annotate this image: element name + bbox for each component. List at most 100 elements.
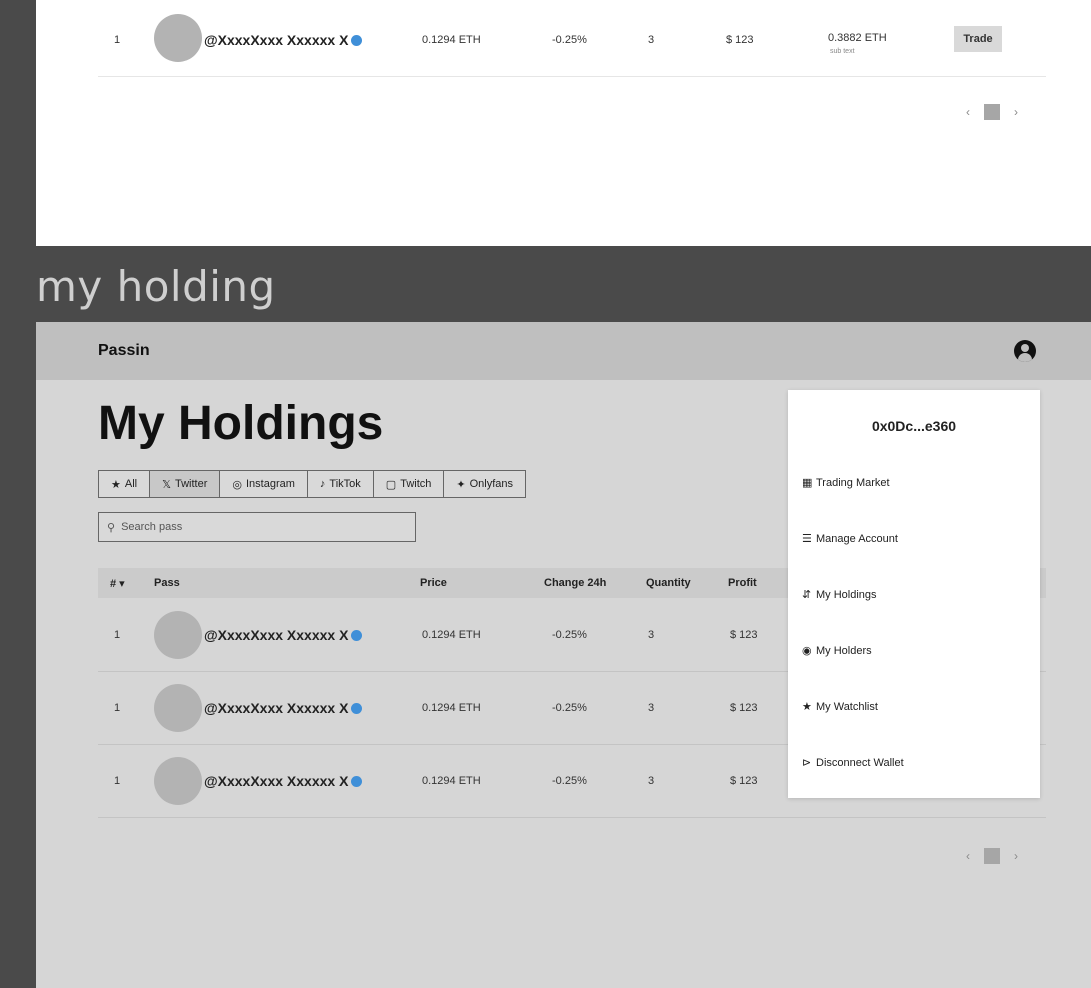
profit: $ 123 bbox=[730, 775, 758, 787]
rank: 1 bbox=[114, 629, 121, 641]
onlyfans-icon: ✦ bbox=[456, 478, 466, 491]
holders-icon: ◉ bbox=[802, 645, 812, 657]
avatar bbox=[154, 611, 202, 659]
eth-subtext: sub text bbox=[830, 48, 855, 55]
verified-icon bbox=[351, 703, 363, 714]
col-quantity[interactable]: Quantity bbox=[646, 577, 691, 589]
menu-item-trading-market[interactable]: ▦ Trading Market bbox=[802, 476, 890, 490]
filter-label: All bbox=[124, 478, 138, 490]
handle-text: @XxxxXxxx Xxxxxx X bbox=[204, 700, 349, 716]
table-row[interactable]: 1 @XxxxXxxx Xxxxxx X 0.1294 ETH -0.25% 3… bbox=[98, 4, 1046, 77]
avatar bbox=[154, 14, 202, 62]
handle-text: @XxxxXxxx Xxxxxx X bbox=[204, 773, 349, 789]
handle-text: @XxxxXxxx Xxxxxx X bbox=[204, 32, 349, 48]
quantity: 3 bbox=[648, 629, 655, 641]
trade-button[interactable]: Trade bbox=[954, 26, 1002, 52]
pagination: ‹ 1 › bbox=[966, 848, 1018, 864]
filter-label: Twitter bbox=[174, 478, 208, 490]
pass-handle[interactable]: @XxxxXxxx Xxxxxx X bbox=[204, 627, 363, 643]
price: 0.1294 ETH bbox=[422, 775, 481, 787]
rank: 1 bbox=[114, 775, 121, 787]
account-dropdown-menu: 0x0Dc...e360 ▦ Trading Market ☰ Manage Acc… bbox=[788, 390, 1040, 798]
platform-filter-tabs: ★ All 𝕏 Twitter ◎ Instagram ♪ TikTok ▢ Twitch… bbox=[98, 470, 527, 498]
menu-item-my-holdings[interactable]: ⇵ My Holdings bbox=[802, 588, 877, 602]
price: 0.1294 ETH bbox=[422, 629, 481, 641]
star-icon: ★ bbox=[111, 478, 121, 491]
eth-value: 0.3882 ETH bbox=[828, 32, 887, 44]
next-page-icon[interactable]: › bbox=[1014, 105, 1018, 119]
col-pass[interactable]: Pass bbox=[154, 577, 180, 589]
rank: 1 bbox=[114, 34, 121, 46]
menu-item-disconnect-wallet[interactable]: ⊳ Disconnect Wallet bbox=[802, 756, 904, 770]
filter-all[interactable]: ★ All bbox=[98, 470, 151, 498]
filter-label: TikTok bbox=[329, 478, 361, 490]
brand-logo[interactable]: Passin bbox=[98, 342, 150, 360]
previous-frame: 1 @XxxxXxxx Xxxxxx X 0.1294 ETH -0.25% 3… bbox=[36, 0, 1091, 246]
col-profit[interactable]: Profit bbox=[728, 577, 757, 589]
profit: $ 123 bbox=[730, 702, 758, 714]
pass-handle[interactable]: @XxxxXxxx Xxxxxx X bbox=[204, 32, 363, 48]
account-circle-icon[interactable] bbox=[1014, 340, 1036, 362]
avatar bbox=[154, 684, 202, 732]
filter-onlyfans[interactable]: ✦ Onlyfans bbox=[443, 470, 527, 498]
instagram-icon: ◎ bbox=[232, 478, 242, 491]
filter-tiktok[interactable]: ♪ TikTok bbox=[306, 470, 374, 498]
page-title: My Holdings bbox=[98, 397, 384, 450]
change-24h: -0.25% bbox=[552, 629, 587, 641]
change-24h: -0.25% bbox=[552, 34, 587, 46]
x-logo-icon: 𝕏 bbox=[162, 478, 171, 491]
section-label: my holding bbox=[36, 262, 276, 311]
profit: $ 123 bbox=[726, 34, 754, 46]
verified-icon bbox=[351, 630, 363, 641]
filter-label: Onlyfans bbox=[469, 478, 514, 490]
prev-page-icon[interactable]: ‹ bbox=[966, 849, 970, 863]
search-placeholder: Search pass bbox=[121, 521, 183, 533]
price: 0.1294 ETH bbox=[422, 702, 481, 714]
twitch-icon: ▢ bbox=[385, 478, 397, 491]
filter-label: Instagram bbox=[246, 478, 295, 490]
profit: $ 123 bbox=[730, 629, 758, 641]
app-bar: Passin bbox=[36, 322, 1091, 380]
menu-label: Trading Market bbox=[816, 476, 890, 489]
holdings-frame: Passin My Holdings ★ All 𝕏 Twitter ◎ Instag… bbox=[36, 322, 1091, 988]
filter-twitter[interactable]: 𝕏 Twitter bbox=[149, 470, 221, 498]
menu-item-my-watchlist[interactable]: ★ My Watchlist bbox=[802, 700, 878, 714]
filter-twitch[interactable]: ▢ Twitch bbox=[372, 470, 445, 498]
market-icon: ▦ bbox=[802, 477, 813, 489]
rank: 1 bbox=[114, 702, 121, 714]
pass-handle[interactable]: @XxxxXxxx Xxxxxx X bbox=[204, 773, 363, 789]
quantity: 3 bbox=[648, 34, 655, 46]
search-icon: ⚲ bbox=[107, 521, 116, 534]
pass-handle[interactable]: @XxxxXxxx Xxxxxx X bbox=[204, 700, 363, 716]
col-change-24h[interactable]: Change 24h bbox=[544, 577, 606, 589]
handle-text: @XxxxXxxx Xxxxxx X bbox=[204, 627, 349, 643]
quantity: 3 bbox=[648, 702, 655, 714]
search-input[interactable]: ⚲ Search pass bbox=[98, 512, 416, 542]
current-page[interactable]: 1 bbox=[984, 104, 1000, 120]
quantity: 3 bbox=[648, 775, 655, 787]
change-24h: -0.25% bbox=[552, 702, 587, 714]
current-page[interactable]: 1 bbox=[984, 848, 1000, 864]
menu-label: My Watchlist bbox=[816, 700, 878, 713]
account-body bbox=[1018, 353, 1032, 362]
menu-label: My Holdings bbox=[816, 588, 877, 601]
avatar bbox=[154, 757, 202, 805]
col-price[interactable]: Price bbox=[420, 577, 447, 589]
price: 0.1294 ETH bbox=[422, 34, 481, 46]
tiktok-icon: ♪ bbox=[319, 478, 326, 490]
wallet-address: 0x0Dc...e360 bbox=[871, 418, 957, 434]
account-head bbox=[1021, 344, 1029, 352]
disconnect-icon: ⊳ bbox=[802, 757, 812, 769]
menu-label: My Holders bbox=[816, 644, 872, 657]
col-rank[interactable]: # ▾ bbox=[110, 577, 125, 590]
prev-page-icon[interactable]: ‹ bbox=[966, 105, 970, 119]
menu-item-manage-account[interactable]: ☰ Manage Account bbox=[802, 532, 898, 546]
holdings-icon: ⇵ bbox=[802, 589, 812, 601]
filter-label: Twitch bbox=[400, 478, 432, 490]
menu-item-my-holders[interactable]: ◉ My Holders bbox=[802, 644, 872, 658]
menu-label: Manage Account bbox=[816, 532, 898, 545]
filter-instagram[interactable]: ◎ Instagram bbox=[219, 470, 308, 498]
verified-icon bbox=[351, 35, 363, 46]
pagination: ‹ 1 › bbox=[966, 104, 1018, 120]
next-page-icon[interactable]: › bbox=[1014, 849, 1018, 863]
